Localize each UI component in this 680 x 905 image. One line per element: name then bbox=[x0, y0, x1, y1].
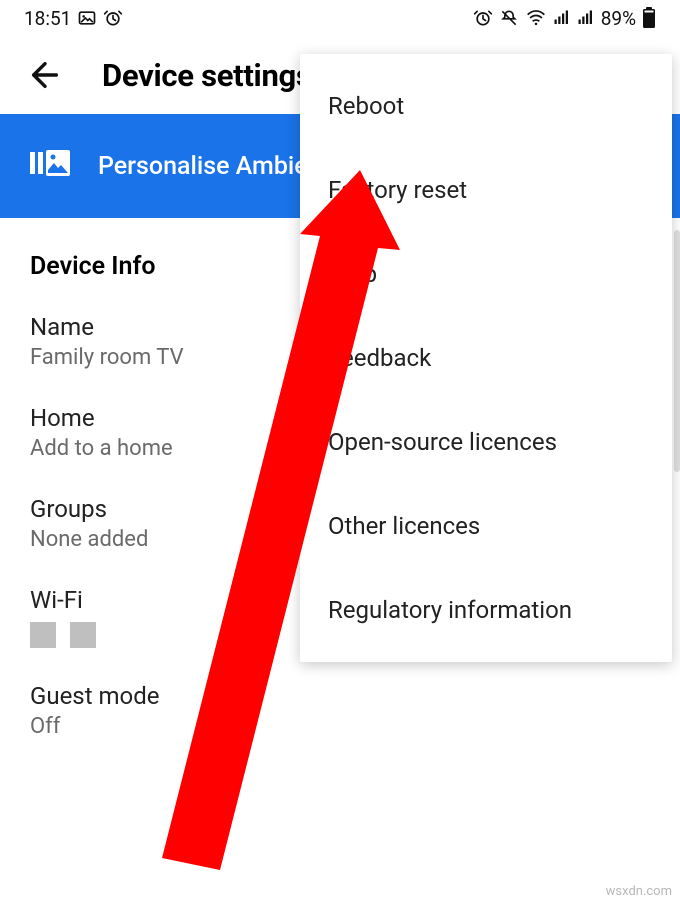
signal-icon bbox=[553, 9, 571, 27]
alarm-icon bbox=[103, 8, 123, 28]
item-label: Guest mode bbox=[30, 682, 650, 710]
menu-other-licences[interactable]: Other licences bbox=[300, 484, 672, 568]
status-left: 18:51 bbox=[24, 7, 123, 30]
battery-icon bbox=[642, 7, 656, 29]
picture-icon bbox=[77, 8, 97, 28]
item-guest-mode[interactable]: Guest mode Off bbox=[0, 668, 680, 759]
menu-factory-reset[interactable]: Factory reset bbox=[300, 148, 672, 232]
page-title: Device settings bbox=[102, 57, 312, 94]
status-bar: 18:51 89% bbox=[0, 0, 680, 36]
status-time: 18:51 bbox=[24, 7, 71, 30]
battery-pct: 89% bbox=[601, 7, 636, 30]
scroll-indicator bbox=[674, 230, 680, 472]
menu-help[interactable]: Help bbox=[300, 232, 672, 316]
menu-feedback[interactable]: Feedback bbox=[300, 316, 672, 400]
vibrate-icon bbox=[499, 8, 519, 28]
signal-icon bbox=[577, 9, 595, 27]
alarm-icon bbox=[473, 8, 493, 28]
watermark: wsxdn.com bbox=[606, 884, 672, 899]
overflow-menu: Reboot Factory reset Help Feedback Open-… bbox=[300, 54, 672, 662]
item-value: Off bbox=[30, 714, 650, 739]
menu-regulatory-information[interactable]: Regulatory information bbox=[300, 568, 672, 652]
menu-reboot[interactable]: Reboot bbox=[300, 64, 672, 148]
menu-open-source-licences[interactable]: Open-source licences bbox=[300, 400, 672, 484]
ambient-icon bbox=[30, 148, 70, 185]
back-button[interactable] bbox=[28, 58, 62, 92]
status-right: 89% bbox=[473, 7, 656, 30]
wifi-icon bbox=[525, 8, 547, 28]
